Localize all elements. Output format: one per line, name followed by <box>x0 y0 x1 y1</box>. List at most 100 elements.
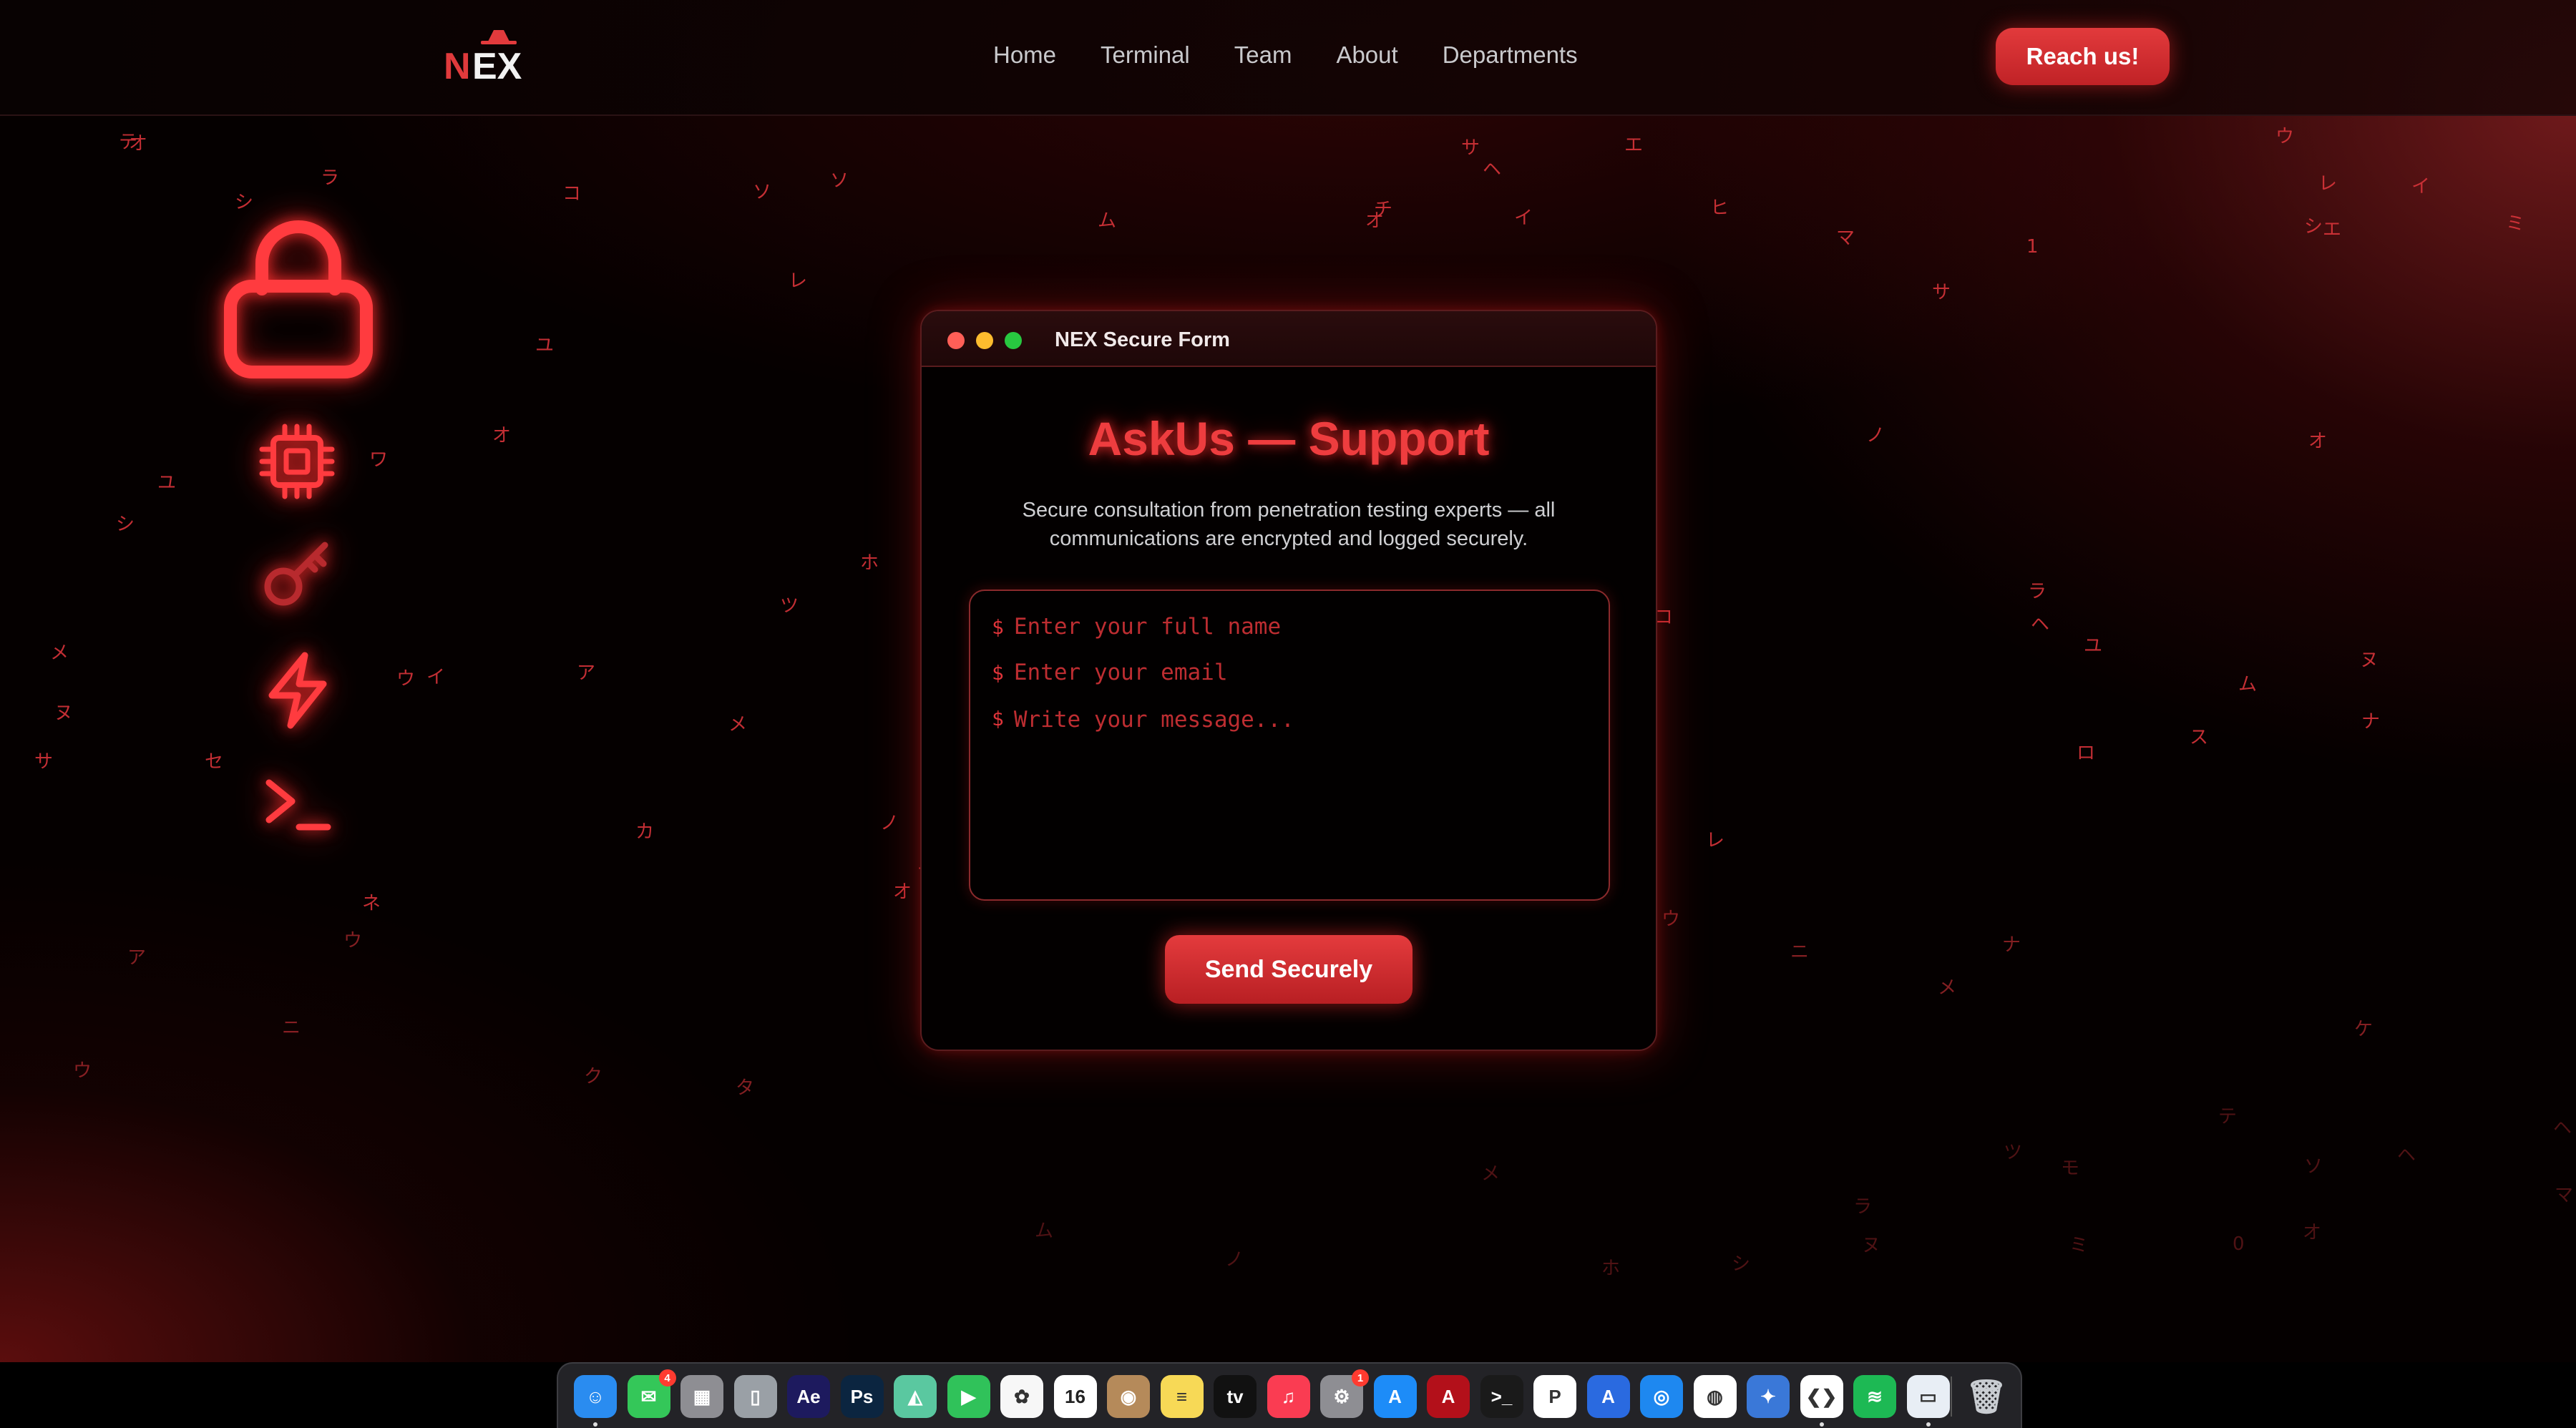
finder-icon[interactable]: ☺ <box>574 1375 617 1427</box>
chrome-icon[interactable]: ◍ <box>1693 1375 1737 1418</box>
katakana-glyph: ユ <box>157 472 177 494</box>
katakana-glyph: ワ <box>369 449 389 471</box>
photoshop-icon[interactable]: Ps <box>840 1375 884 1418</box>
form-subtitle: Secure consultation from penetration tes… <box>1022 499 1556 550</box>
katakana-glyph: モ <box>2061 1158 2080 1179</box>
contacts-icon[interactable]: ◉ <box>1107 1375 1150 1418</box>
katakana-glyph: ヘ <box>2553 1118 2572 1139</box>
vscode-icon[interactable]: ❮❯ <box>1800 1375 1843 1427</box>
katakana-glyph: メ <box>728 714 748 735</box>
spotify-icon[interactable]: ≋ <box>1853 1375 1896 1418</box>
preview-icon[interactable]: ▭ <box>1906 1375 1950 1427</box>
katakana-glyph: チ <box>1374 199 1393 220</box>
terminal-app-icon[interactable]: >_ <box>1480 1375 1523 1418</box>
katakana-glyph: エ <box>2323 219 2342 240</box>
katakana-glyph: サ <box>34 751 54 773</box>
proxyman-icon[interactable]: ✦ <box>1747 1375 1790 1418</box>
katakana-glyph: ヘ <box>1483 159 1502 180</box>
katakana-glyph: ノ <box>1225 1249 1244 1271</box>
calendar-icon[interactable]: 16 <box>1053 1375 1097 1418</box>
katakana-glyph: ウ <box>396 668 416 690</box>
nav-link-home[interactable]: Home <box>993 41 1056 69</box>
prompt-symbol: $ <box>992 660 1004 685</box>
katakana-glyph: ニ <box>1790 942 1810 963</box>
katakana-glyph: ク <box>584 1066 603 1087</box>
katakana-glyph: テ <box>2218 1106 2238 1128</box>
messages-icon[interactable]: ✉ 4 <box>627 1369 676 1418</box>
katakana-glyph: オ <box>492 425 512 446</box>
katakana-glyph: ヌ <box>2360 650 2379 671</box>
katakana-glyph: ラ <box>1853 1196 1873 1218</box>
lightning-icon <box>268 652 327 729</box>
katakana-glyph: ホ <box>1601 1258 1621 1279</box>
katakana-glyph: メ <box>50 642 69 664</box>
katakana-glyph: ム <box>1035 1221 1054 1242</box>
katakana-glyph: レ <box>2318 173 2338 195</box>
katakana-glyph: タ <box>736 1077 755 1099</box>
apple-tv-icon[interactable]: tv <box>1214 1375 1257 1418</box>
nex-logo[interactable]: N EX <box>444 27 551 84</box>
launchpad-icon[interactable]: ▦ <box>680 1375 723 1418</box>
powerpoint-icon[interactable]: P <box>1533 1375 1576 1418</box>
katakana-glyph: ケ <box>2354 1019 2373 1040</box>
katakana-glyph: ヒ <box>1710 197 1729 219</box>
nav-link-team[interactable]: Team <box>1234 41 1292 69</box>
name-field-row: $ <box>992 614 1586 640</box>
send-securely-button[interactable]: Send Securely <box>1165 935 1413 1004</box>
terminal-form-box: $ $ $ <box>969 590 1610 901</box>
katakana-glyph: イ <box>1514 207 1533 229</box>
katakana-glyph: ヌ <box>54 703 74 724</box>
zoom-window-icon[interactable] <box>1005 332 1022 349</box>
katakana-glyph: ウ <box>73 1060 92 1082</box>
photos-icon[interactable]: ✿ <box>1000 1375 1043 1418</box>
katakana-glyph: ラ <box>321 167 340 189</box>
top-navigation: N EX Home Terminal Team About Department… <box>0 0 2576 116</box>
acrobat-icon[interactable]: A <box>1427 1375 1470 1418</box>
close-window-icon[interactable] <box>947 332 965 349</box>
nav-link-about[interactable]: About <box>1336 41 1397 69</box>
nav-link-departments[interactable]: Departments <box>1443 41 1578 69</box>
notes-icon[interactable]: ≡ <box>1160 1375 1204 1418</box>
app-store-icon[interactable]: A <box>1373 1375 1417 1418</box>
music-icon[interactable]: ♫ <box>1267 1375 1310 1418</box>
katakana-glyph: ニ <box>282 1017 301 1039</box>
safari-icon[interactable]: ◎ <box>1640 1375 1683 1418</box>
katakana-glyph: ノ <box>1866 425 1885 446</box>
katakana-glyph: ウ <box>1662 909 1681 930</box>
facetime-icon[interactable]: ▶ <box>947 1375 990 1418</box>
katakana-glyph: ム <box>1098 210 1117 232</box>
katakana-glyph: カ <box>635 821 655 843</box>
nav-links: Home Terminal Team About Departments <box>993 41 1622 69</box>
simulator-icon[interactable]: ▯ <box>733 1375 777 1418</box>
reach-us-button[interactable]: Reach us! <box>1996 28 2170 85</box>
katakana-glyph: ナ <box>2002 934 2021 956</box>
form-heading: AskUs — Support <box>1088 412 1490 465</box>
email-input[interactable] <box>1013 660 1586 685</box>
page-background: テオラシコソソレムチオイサヘエヒマ1サウレイシエミユオワユシフミニヲノオフキスス… <box>0 0 2576 1362</box>
katakana-glyph: ナ <box>2361 711 2381 733</box>
lock-icon <box>224 220 373 378</box>
notification-badge: 4 <box>658 1369 676 1387</box>
katakana-glyph: セ <box>205 751 224 773</box>
after-effects-icon[interactable]: Ae <box>787 1375 830 1418</box>
katakana-glyph: ム <box>2238 674 2258 695</box>
minimize-window-icon[interactable] <box>976 332 993 349</box>
maps-icon[interactable]: ◭ <box>894 1375 937 1418</box>
full-name-input[interactable] <box>1013 614 1586 640</box>
katakana-glyph: ア <box>127 947 147 969</box>
katakana-glyph: マ <box>1836 228 1855 249</box>
katakana-glyph: オ <box>2308 431 2328 452</box>
katakana-glyph: ミ <box>2506 213 2525 235</box>
katakana-glyph: ユ <box>2084 635 2103 657</box>
katakana-glyph: メ <box>1938 977 1957 999</box>
katakana-glyph: マ <box>2555 1185 2574 1206</box>
trash-icon[interactable]: 🗑 <box>1965 1375 2008 1418</box>
katakana-glyph: ヌ <box>1862 1235 1881 1256</box>
notification-badge: 1 <box>1352 1369 1369 1387</box>
nav-link-terminal[interactable]: Terminal <box>1101 41 1190 69</box>
message-textarea[interactable] <box>1013 705 1586 863</box>
katakana-glyph: オ <box>1365 210 1385 232</box>
instruments-icon[interactable]: A <box>1586 1375 1630 1418</box>
katakana-glyph: レ <box>789 270 808 292</box>
system-settings-icon[interactable]: ⚙ 1 <box>1320 1369 1369 1418</box>
